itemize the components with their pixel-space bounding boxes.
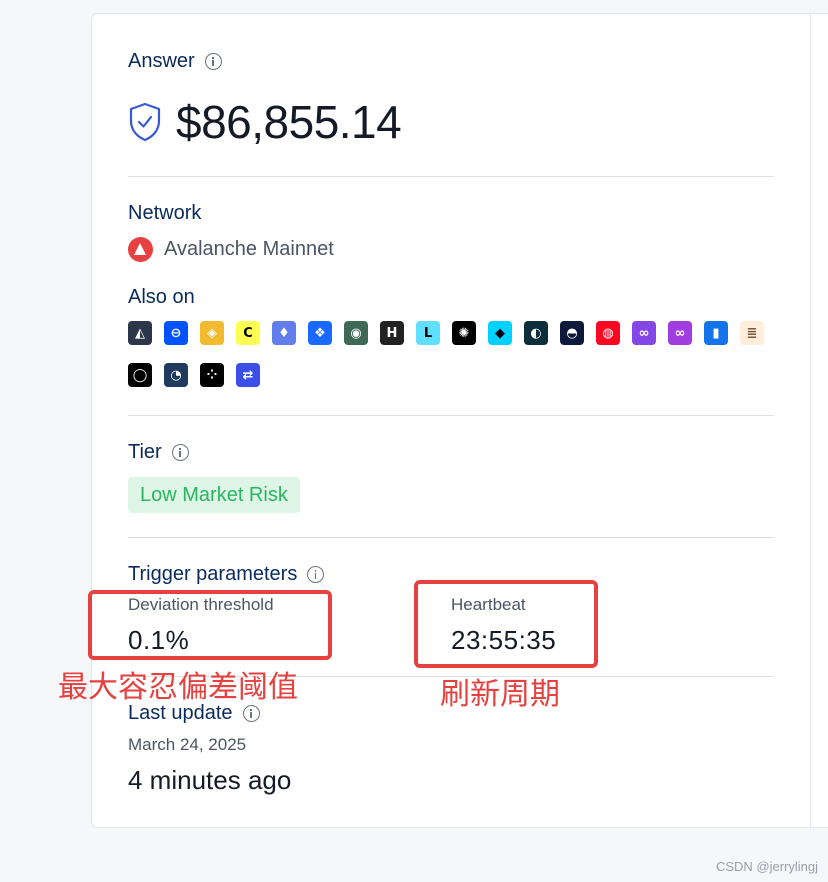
last-update-date: March 24, 2025: [128, 735, 247, 754]
arbitrum-icon[interactable]: ◭: [128, 321, 152, 345]
soneium-icon[interactable]: ◯: [128, 363, 152, 387]
trigger-label: Trigger parameters: [128, 563, 298, 585]
polygon-zkevm-icon[interactable]: ∞: [668, 321, 692, 345]
also-on-label-row: Also on: [128, 286, 195, 309]
bnb-chain-icon[interactable]: ◈: [200, 321, 224, 345]
scroll-icon[interactable]: ≣: [740, 321, 764, 345]
heartbeat-annotation: 刷新周期: [440, 677, 560, 712]
mantle-icon[interactable]: ✺: [452, 321, 476, 345]
metis-icon[interactable]: ◆: [488, 321, 512, 345]
answer-label-row: Answer: [128, 50, 222, 73]
answer-info-icon[interactable]: [204, 53, 222, 70]
trigger-info-icon[interactable]: [307, 566, 325, 583]
also-on-label: Also on: [128, 286, 195, 308]
divider: [128, 176, 774, 177]
zksync-icon[interactable]: ⇄: [236, 363, 260, 387]
shield-check-icon: [129, 102, 161, 142]
watermark: CSDN @jerrylingj: [715, 859, 818, 874]
ethereum-icon[interactable]: ♦: [272, 321, 296, 345]
sonic-icon[interactable]: ◔: [164, 363, 188, 387]
trigger-label-row: Trigger parameters: [128, 563, 325, 586]
starknet-icon[interactable]: ⁘: [200, 363, 224, 387]
base-icon[interactable]: ⊖: [164, 321, 188, 345]
fantom-icon[interactable]: ❖: [308, 321, 332, 345]
gnosis-icon[interactable]: ◉: [344, 321, 368, 345]
network-label-row: Network: [128, 202, 201, 225]
divider: [128, 415, 774, 416]
last-update-label: Last update: [128, 702, 233, 724]
moonriver-icon[interactable]: ◓: [560, 321, 584, 345]
last-update-info-icon[interactable]: [242, 705, 260, 722]
answer-label: Answer: [128, 50, 195, 72]
tier-badge: Low Market Risk: [128, 477, 300, 513]
hedera-icon[interactable]: H: [380, 321, 404, 345]
heartbeat-highlight-box: [414, 580, 598, 668]
deviation-highlight-box: [88, 590, 332, 660]
polygon-icon[interactable]: ∞: [632, 321, 656, 345]
tier-info-icon[interactable]: [171, 444, 189, 461]
deviation-annotation: 最大容忍偏差阈值: [58, 670, 298, 705]
linea-icon[interactable]: L: [416, 321, 440, 345]
avalanche-icon: [128, 237, 153, 262]
last-update-relative: 4 minutes ago: [128, 765, 292, 795]
last-update-label-row: Last update: [128, 702, 260, 725]
ronin-icon[interactable]: ▮: [704, 321, 728, 345]
moonbeam-icon[interactable]: ◐: [524, 321, 548, 345]
tier-label: Tier: [128, 441, 162, 463]
answer-value: $86,855.14: [176, 96, 402, 148]
answer-row: $86,855.14: [128, 95, 402, 149]
tier-label-row: Tier: [128, 441, 189, 464]
network-name: Avalanche Mainnet: [164, 238, 334, 260]
card-right-border: [810, 13, 811, 828]
network-label: Network: [128, 202, 202, 224]
optimism-icon[interactable]: ◍: [596, 321, 620, 345]
network-row: Avalanche Mainnet: [128, 237, 334, 262]
divider: [128, 537, 774, 538]
celo-icon[interactable]: C: [236, 321, 260, 345]
